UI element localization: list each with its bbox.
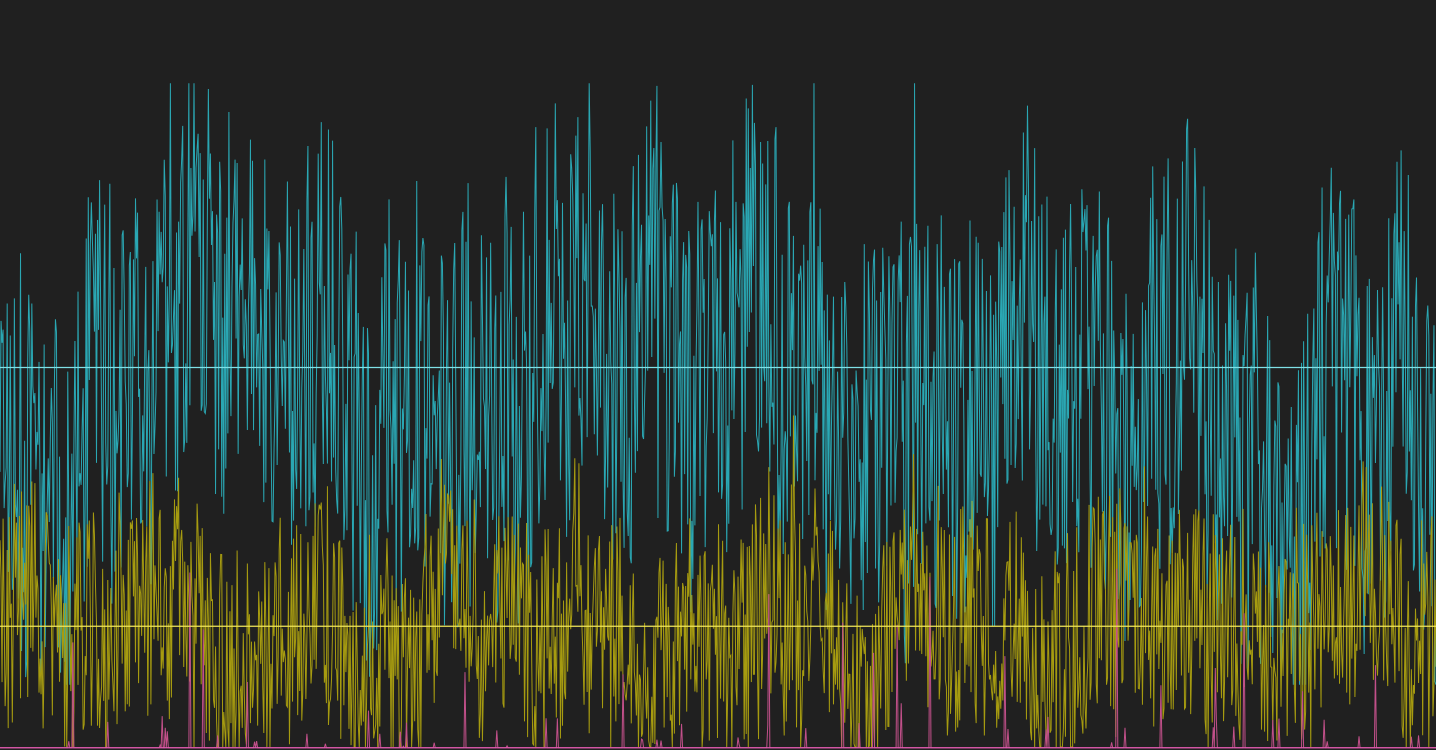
chart-plot-area <box>0 83 1436 749</box>
chart <box>0 0 1436 750</box>
